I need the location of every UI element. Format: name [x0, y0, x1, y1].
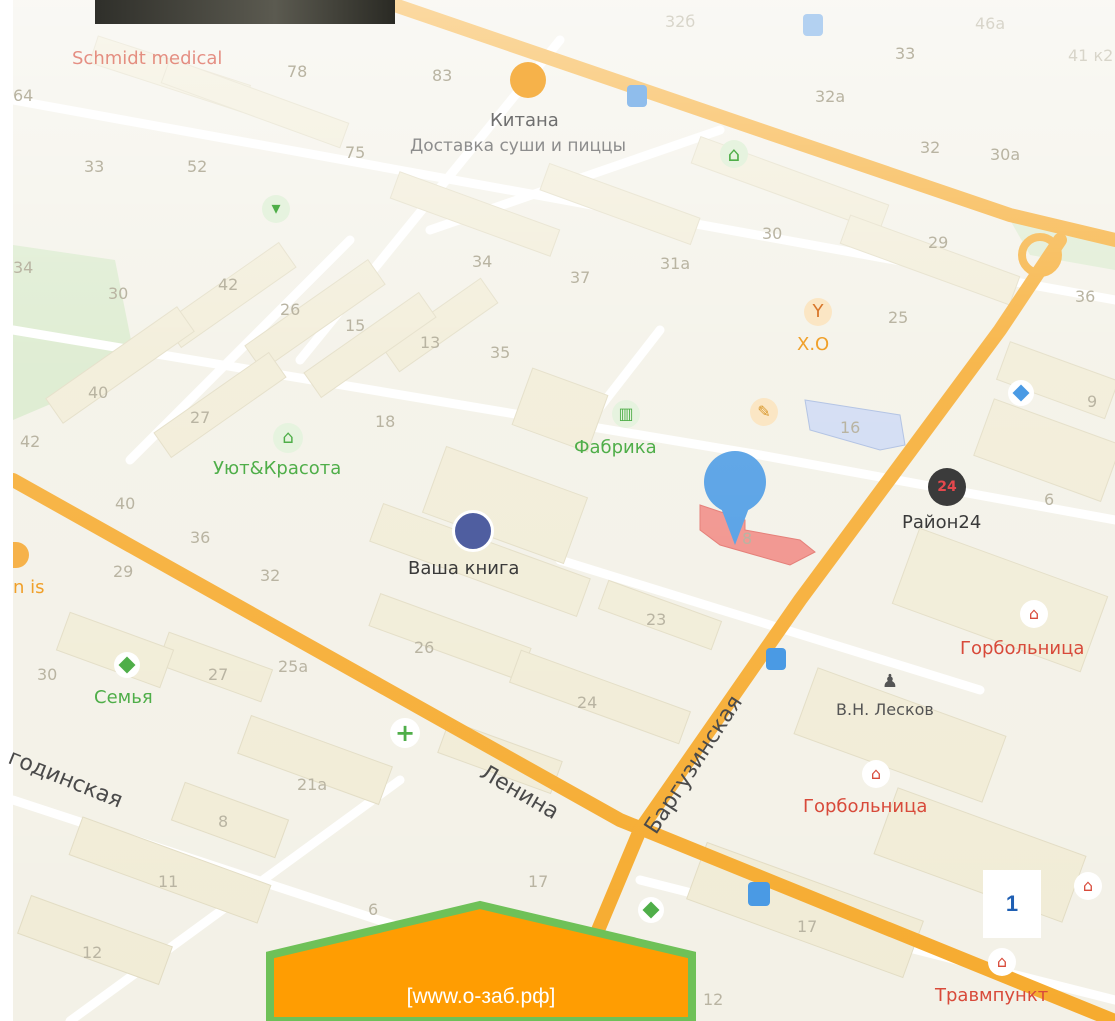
house-number: 36	[1075, 287, 1096, 306]
url-label[interactable]: [www.о-заб.рф]	[270, 985, 692, 1009]
house-number: 31а	[660, 254, 691, 273]
hanger-icon[interactable]: ⌂	[273, 423, 303, 453]
poi-label-uyut-krasota[interactable]: Уют&Красота	[213, 458, 341, 479]
house-number: 30	[108, 284, 129, 303]
house-number: 25	[888, 308, 909, 327]
house-number: 24	[577, 693, 598, 712]
house-number: 30	[37, 665, 58, 684]
house-number: 30	[762, 224, 783, 243]
house-number: 9	[1087, 392, 1098, 411]
fork-knife-icon[interactable]: Y	[804, 298, 832, 326]
poi-label-fabrika[interactable]: Фабрика	[574, 437, 657, 458]
house-number: 17	[528, 872, 549, 891]
person-icon[interactable]: ♟	[878, 668, 902, 696]
house-number: 23	[646, 610, 667, 629]
house-number: 12	[703, 990, 724, 1009]
hospital-icon[interactable]: ⌂	[1074, 872, 1102, 900]
house-number: 6	[1044, 490, 1055, 509]
house-number: 29	[928, 233, 949, 252]
house-number: 13	[420, 333, 441, 352]
house-number: 37	[570, 268, 591, 287]
house-number: 8	[742, 529, 753, 548]
poi-label-vasha-kniga[interactable]: Ваша книга	[408, 558, 519, 579]
house-number: 33	[84, 157, 105, 176]
poi-label-kitana-desc: Доставка суши и пиццы	[410, 136, 627, 156]
house-number: 17	[797, 917, 818, 936]
house-number: 27	[190, 408, 211, 427]
bus-stop-icon[interactable]	[803, 14, 823, 36]
poi-label-gorbolnitsa-1[interactable]: Горбольница	[960, 638, 1084, 659]
house-number: 46а	[975, 14, 1006, 33]
factory-icon[interactable]: ▥	[612, 400, 640, 428]
bus-stop-icon[interactable]	[748, 882, 770, 906]
house-number: 18	[375, 412, 396, 431]
hospital-icon[interactable]: ⌂	[988, 948, 1016, 976]
house-number: 25а	[278, 657, 309, 676]
house-number: 83	[432, 66, 453, 85]
pin-marker-icon[interactable]: ✎	[750, 398, 778, 426]
diamond-icon[interactable]	[1008, 380, 1034, 406]
poi-label-travmpunkt[interactable]: Травмпункт	[935, 985, 1048, 1006]
house-number: 27	[208, 665, 229, 684]
house-number: 34	[472, 252, 493, 271]
house-number: 64	[13, 86, 34, 105]
house-number: 32а	[815, 87, 846, 106]
house-number: 26	[280, 300, 301, 319]
house-number: 32	[260, 566, 281, 585]
thumbnail-image	[95, 0, 395, 24]
house-number: 75	[345, 143, 366, 162]
hanger-icon[interactable]: ⌂	[720, 140, 748, 168]
poi-label-kitana[interactable]: Китана	[490, 110, 559, 131]
house-number: 32б	[665, 12, 696, 31]
page-number-badge[interactable]: 1	[983, 870, 1041, 938]
poi-label-leskov[interactable]: В.Н. Лесков	[836, 700, 934, 719]
house-number: 21а	[297, 775, 328, 794]
house-number: 33	[895, 44, 916, 63]
house-number: 11	[158, 872, 179, 891]
poi-label-xo[interactable]: Х.О	[797, 334, 829, 355]
poi-label-rayon24[interactable]: Район24	[902, 512, 981, 533]
house-number: 6	[368, 900, 379, 919]
house-number: 15	[345, 316, 366, 335]
house-number: 42	[218, 275, 239, 294]
house-number: 52	[187, 157, 208, 176]
24-icon[interactable]: 24	[928, 468, 966, 506]
house-number: 12	[82, 943, 103, 962]
poi-label-gorbolnitsa-2[interactable]: Горбольница	[803, 796, 927, 817]
pharmacy-cross-icon[interactable]: +	[390, 718, 420, 748]
cafe-icon[interactable]	[510, 62, 546, 98]
house-number: 8	[218, 812, 229, 831]
bus-stop-icon[interactable]	[766, 648, 786, 670]
left-margin	[0, 0, 13, 1021]
diamond-icon[interactable]	[114, 652, 140, 678]
diamond-icon[interactable]	[638, 897, 664, 923]
poi-label-schmidt-medical[interactable]: Schmidt medical	[72, 48, 222, 69]
hospital-icon[interactable]: ⌂	[1020, 600, 1048, 628]
house-number: 29	[113, 562, 134, 581]
book-icon[interactable]	[452, 510, 494, 552]
house-number: 36	[190, 528, 211, 547]
house-number: 32	[920, 138, 941, 157]
house-number: 40	[88, 383, 109, 402]
house-number: 78	[287, 62, 308, 81]
basket-icon[interactable]: ▾	[262, 195, 290, 223]
house-number: 30а	[990, 145, 1021, 164]
house-number: 42	[20, 432, 41, 451]
house-number: 41 к2	[1068, 46, 1114, 65]
poi-label-n-is[interactable]: n is	[13, 577, 45, 598]
house-number: 34	[13, 258, 34, 277]
hospital-icon[interactable]: ⌂	[862, 760, 890, 788]
house-number: 35	[490, 343, 511, 362]
bus-stop-icon[interactable]	[627, 85, 647, 107]
house-number: 16	[840, 418, 861, 437]
house-number: 40	[115, 494, 136, 513]
house-number: 26	[414, 638, 435, 657]
poi-label-semya[interactable]: Семья	[94, 687, 153, 708]
